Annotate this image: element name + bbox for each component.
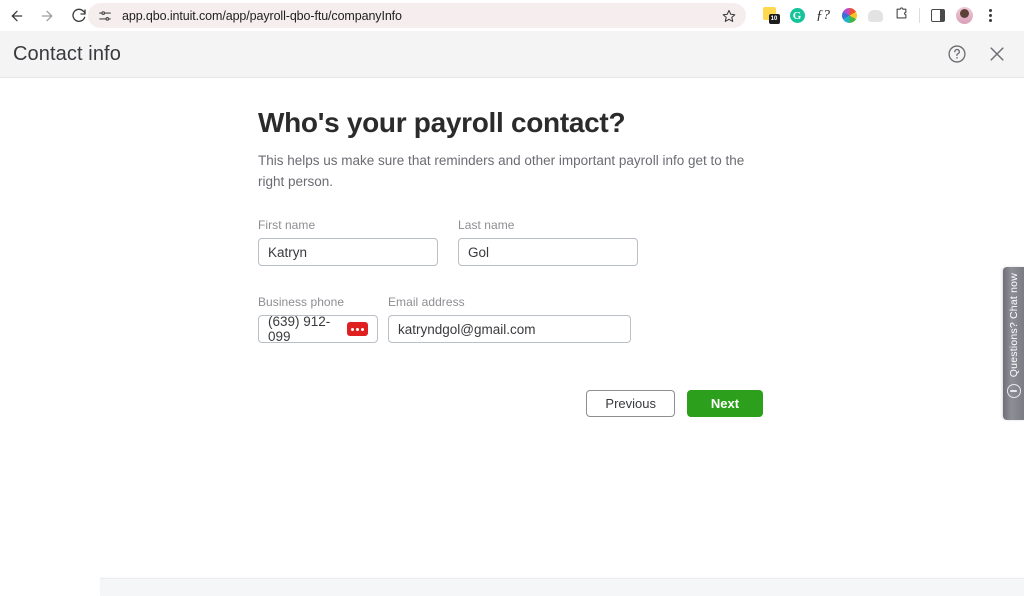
grammarly-extension-icon[interactable]: G (784, 3, 810, 28)
redaction-badge (347, 322, 368, 336)
arrow-right-icon[interactable] (34, 3, 60, 29)
extensions-puzzle-icon[interactable] (888, 3, 914, 28)
business-phone-input[interactable]: (639) 912-099 (258, 314, 378, 344)
extensions-tray: 10 G ƒ? (758, 3, 1003, 28)
business-phone-field-group: Business phone (639) 912-099 (258, 295, 378, 344)
chat-tab-label: Questions? Chat now (1007, 273, 1020, 378)
side-panel-icon[interactable] (925, 3, 951, 28)
first-name-field-group: First name Katryn (258, 218, 438, 266)
main-content: Who's your payroll contact? This helps u… (0, 78, 1024, 568)
contact-form: Who's your payroll contact? This helps u… (258, 107, 778, 417)
previous-button[interactable]: Previous (586, 390, 675, 417)
color-wheel-extension-icon[interactable] (836, 3, 862, 28)
form-button-row: Previous Next (258, 390, 763, 417)
first-name-label: First name (258, 218, 316, 232)
math-fx-extension-icon[interactable]: ƒ? (810, 3, 836, 28)
last-name-value: Gol (468, 244, 490, 260)
address-bar[interactable]: app.qbo.intuit.com/app/payroll-qbo-ftu/c… (88, 3, 746, 28)
app-header: Contact info (0, 31, 1024, 78)
name-field-row: First name Katryn Last name Gol (258, 218, 778, 266)
browser-toolbar: app.qbo.intuit.com/app/payroll-qbo-ftu/c… (0, 0, 1024, 31)
star-icon[interactable] (718, 5, 740, 27)
page-title: Contact info (13, 42, 121, 65)
grammarly-glyph: G (789, 8, 805, 23)
help-circle-icon[interactable] (946, 43, 968, 65)
notes-extension-icon[interactable]: 10 (758, 3, 784, 28)
contact-field-row: Business phone (639) 912-099 Email addre… (258, 295, 778, 344)
chat-bubble-icon (1006, 384, 1021, 399)
arrow-left-icon[interactable] (4, 3, 30, 29)
first-name-input[interactable]: Katryn (258, 238, 438, 266)
last-name-label: Last name (458, 218, 515, 232)
ghost-extension-icon[interactable] (862, 3, 888, 28)
profile-avatar-icon[interactable] (951, 3, 977, 28)
form-heading: Who's your payroll contact? (258, 107, 626, 138)
toolbar-divider (919, 8, 920, 23)
last-name-field-group: Last name Gol (458, 218, 638, 266)
notes-badge-count: 10 (768, 14, 780, 24)
close-x-icon[interactable] (986, 43, 1008, 65)
header-actions (946, 43, 1008, 65)
email-input[interactable]: katryndgol@gmail.com (388, 315, 631, 343)
browser-menu-icon[interactable] (977, 3, 1003, 28)
form-subheading: This helps us make sure that reminders a… (258, 153, 745, 189)
email-value: katryndgol@gmail.com (398, 321, 536, 337)
chat-tab[interactable]: Questions? Chat now (1003, 267, 1024, 420)
first-name-value: Katryn (268, 244, 308, 260)
business-phone-label: Business phone (258, 295, 345, 309)
business-phone-value: (639) 912-099 (268, 314, 331, 344)
email-label: Email address (388, 295, 465, 309)
tune-sliders-icon[interactable] (96, 7, 114, 25)
bottom-sheet (100, 578, 1024, 596)
email-field-group: Email address katryndgol@gmail.com (388, 295, 631, 343)
fx-glyph: ƒ? (816, 7, 830, 23)
next-button[interactable]: Next (687, 390, 763, 417)
address-bar-url: app.qbo.intuit.com/app/payroll-qbo-ftu/c… (122, 8, 402, 23)
last-name-input[interactable]: Gol (458, 238, 638, 266)
